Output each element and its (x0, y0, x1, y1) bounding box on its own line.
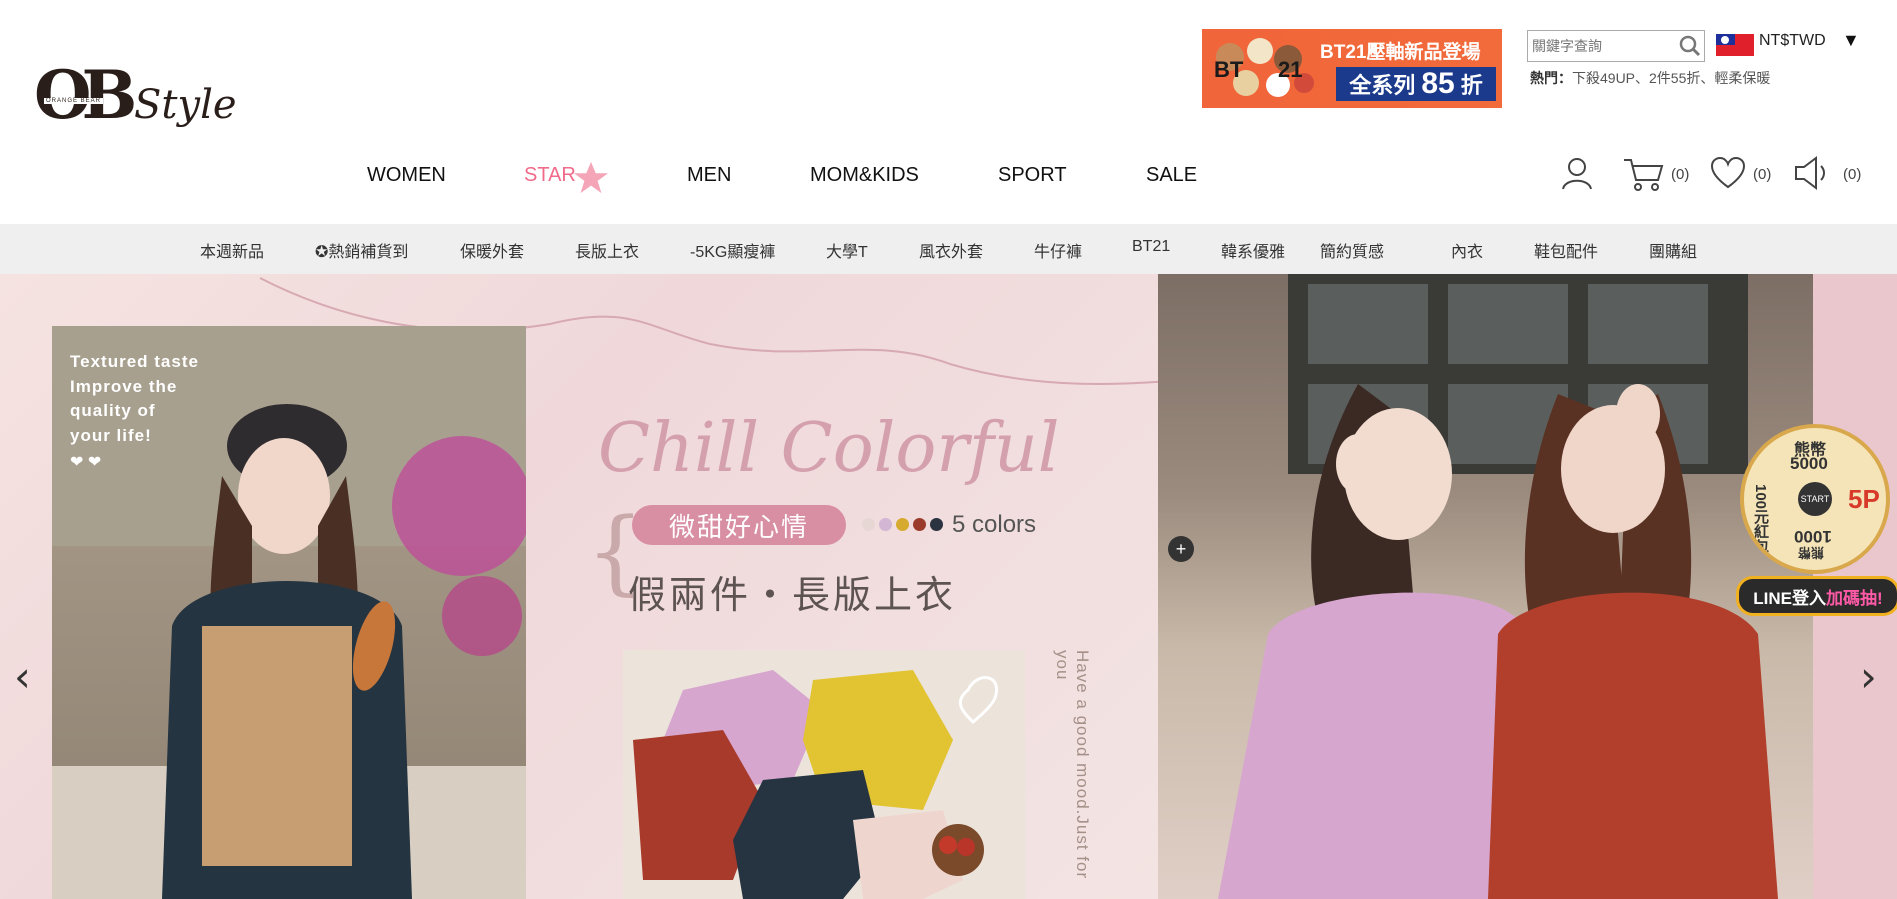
subnav-item[interactable]: 鞋包配件 (1534, 238, 1598, 262)
logo-subtitle: ORANGE BEAR (44, 98, 104, 104)
color-dot (879, 518, 892, 531)
subnav-item[interactable]: ✪熱銷補貨到 (315, 238, 408, 262)
wheel-segment-right: 5P (1848, 484, 1880, 514)
cart-count: (0) (1671, 166, 1690, 183)
speaker-icon[interactable] (1794, 156, 1832, 190)
notification-count: (0) (1843, 166, 1862, 183)
category-subnav: 本週新品 ✪熱銷補貨到 保暖外套 長版上衣 -5KG顯瘦褲 大學T 風衣外套 牛… (0, 224, 1897, 274)
subnav-item[interactable]: 簡約質感 (1320, 238, 1384, 262)
subnav-item[interactable]: -5KG顯瘦褲 (690, 238, 775, 262)
wheel-segment-left: 100元紅包 (1752, 484, 1769, 555)
banner-discount-number: 85 (1421, 67, 1455, 100)
svg-text:21: 21 (1278, 57, 1302, 82)
folded-clothes-photo[interactable] (623, 650, 1025, 899)
plus-icon[interactable]: + (1168, 536, 1194, 562)
model-photo-right[interactable] (1158, 274, 1813, 899)
color-dot (862, 518, 875, 531)
vertical-tagline: Have a good mood.Just for you (1053, 650, 1092, 880)
taiwan-flag-icon[interactable] (1716, 34, 1754, 56)
hero-subtitle: 假兩件・長版上衣 (628, 575, 957, 617)
subnav-item[interactable]: 風衣外套 (919, 238, 983, 262)
color-dot (913, 518, 926, 531)
hot-keywords-label: 熱門： (1530, 70, 1572, 86)
line-login-draw-button[interactable]: LINE登入 加碼抽! (1736, 576, 1897, 616)
star-icon (573, 161, 609, 194)
hot-keywords: 熱門：下殺49UP、2件55折、輕柔保暖 (1530, 68, 1770, 88)
banner-discount-suffix: 折 (1460, 73, 1483, 98)
cart-icon[interactable] (1622, 156, 1664, 192)
hero-pill-label: 微甜好心情 (632, 505, 846, 545)
banner-discount-prefix: 全系列 (1349, 73, 1416, 98)
color-dot (896, 518, 909, 531)
svg-text:BT: BT (1214, 57, 1244, 82)
subnav-item[interactable]: 保暖外套 (460, 238, 524, 262)
hearts-decoration: ❤ ❤ (70, 454, 102, 471)
next-arrow-icon[interactable]: › (1860, 652, 1877, 701)
color-dots (862, 518, 943, 531)
logo-style-text: Style (134, 82, 237, 128)
subnav-item[interactable]: 本週新品 (200, 238, 264, 262)
subnav-item[interactable]: 長版上衣 (575, 238, 639, 262)
wheel-segment-top-num: 5000 (1790, 454, 1828, 473)
hero-carousel[interactable]: Textured taste Improve the quality of yo… (0, 274, 1897, 899)
wheel-segment-bottom: 1000 (1794, 527, 1832, 546)
model-photo-left[interactable]: Textured taste Improve the quality of yo… (52, 326, 526, 899)
line-login-highlight: 加碼抽! (1826, 588, 1883, 608)
nav-star[interactable]: STAR (524, 164, 576, 187)
wheel-segment-bottom-sub: 熊幣 (1798, 545, 1825, 560)
bt21-promo-banner[interactable]: BT 21 BT21壓軸新品登場 全系列 85 折 (1202, 29, 1502, 108)
photo-caption: Textured taste Improve the quality of yo… (70, 352, 199, 445)
nav-sale[interactable]: SALE (1146, 164, 1197, 187)
search-icon[interactable] (1676, 31, 1704, 61)
subnav-item[interactable]: BT21 (1132, 238, 1170, 256)
line-login-label: LINE登入 (1753, 588, 1827, 608)
ob-style-logo[interactable]: OB ORANGE BEAR Style (34, 62, 244, 148)
nav-women[interactable]: WOMEN (367, 164, 446, 187)
search-input[interactable] (1528, 38, 1676, 54)
lucky-wheel-widget[interactable]: 熊幣 5000 100元紅包 5P 1000 熊幣 START (1740, 424, 1890, 574)
subnav-item[interactable]: 韓系優雅 (1221, 238, 1285, 262)
nav-men[interactable]: MEN (687, 164, 731, 187)
logo-mark: OB (34, 56, 137, 134)
wheel-start-button[interactable]: START (1798, 482, 1832, 516)
hot-keywords-text[interactable]: 下殺49UP、2件55折、輕柔保暖 (1572, 70, 1770, 86)
colors-count: 5 colors (952, 511, 1037, 538)
currency-selector[interactable]: NT$TWD (1759, 32, 1826, 50)
site-header: OB ORANGE BEAR Style BT 21 BT21壓軸新品登場 全系… (0, 0, 1897, 224)
color-dot (930, 518, 943, 531)
subnav-item[interactable]: 內衣 (1451, 238, 1483, 262)
hero-script-title: Chill Colorful (598, 409, 1060, 488)
prev-arrow-icon[interactable]: ‹ (14, 652, 31, 701)
nav-mom-kids[interactable]: MOM&KIDS (810, 164, 919, 187)
search-box (1527, 30, 1705, 62)
banner-discount: 全系列 85 折 (1336, 67, 1496, 101)
wishlist-count: (0) (1753, 166, 1772, 183)
subnav-item[interactable]: 大學T (826, 238, 868, 262)
bt21-characters-image: BT 21 (1214, 38, 1314, 97)
account-icon[interactable] (1560, 156, 1594, 190)
currency-dropdown-caret[interactable]: ▼ (1842, 30, 1860, 51)
banner-headline: BT21壓軸新品登場 (1320, 42, 1481, 63)
subnav-item[interactable]: 牛仔褲 (1034, 238, 1082, 262)
heart-icon[interactable] (1710, 156, 1746, 190)
subnav-item[interactable]: 團購組 (1649, 238, 1697, 262)
nav-sport[interactable]: SPORT (998, 164, 1067, 187)
